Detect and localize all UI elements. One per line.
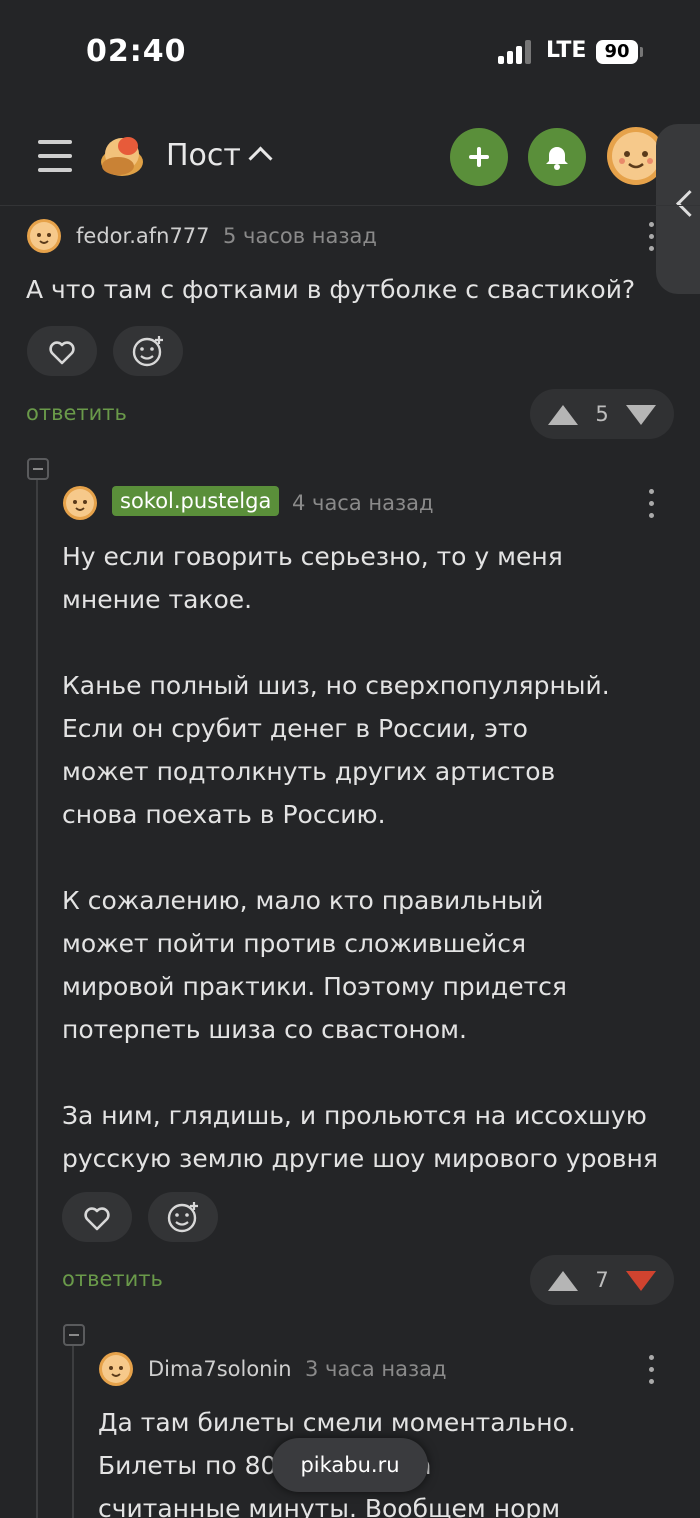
more-options-icon[interactable] xyxy=(649,222,655,252)
chevron-up-icon[interactable] xyxy=(248,146,273,171)
reply-link[interactable]: ответить xyxy=(26,401,127,425)
heart-icon xyxy=(49,341,75,365)
page-title[interactable]: Пост xyxy=(166,138,241,173)
comment-author-badge[interactable]: sokol.pustelga xyxy=(112,486,280,516)
rating-count: 5 xyxy=(595,402,609,426)
comment-time[interactable]: 5 часов назад xyxy=(223,224,377,248)
comment-text: А что там с фотками в футболке с свастик… xyxy=(26,275,636,304)
reply-link[interactable]: ответить xyxy=(62,1267,163,1291)
thread-line[interactable] xyxy=(72,1342,74,1518)
collapse-thread-icon[interactable] xyxy=(63,1324,85,1346)
smiley-plus-icon xyxy=(167,1202,198,1233)
site-watermark: pikabu.ru xyxy=(272,1438,428,1492)
collapse-thread-icon[interactable] xyxy=(27,458,49,480)
notifications-button[interactable] xyxy=(528,128,586,186)
upvote-icon[interactable] xyxy=(548,405,578,425)
avatar[interactable] xyxy=(98,1351,134,1387)
signal-icon xyxy=(498,40,534,64)
more-options-icon[interactable] xyxy=(649,489,655,519)
comment-text: Ну если говорить серьезно, то у меня мне… xyxy=(62,542,658,1173)
comment-time[interactable]: 4 часа назад xyxy=(292,491,434,515)
like-button[interactable] xyxy=(62,1192,132,1242)
add-post-button[interactable] xyxy=(450,128,508,186)
battery-tip xyxy=(640,47,643,57)
header-divider xyxy=(0,205,700,206)
rating-count: 7 xyxy=(595,1268,609,1292)
heart-icon xyxy=(84,1207,110,1231)
downvote-icon[interactable] xyxy=(626,405,656,425)
react-button[interactable] xyxy=(113,326,183,376)
comment-author[interactable]: Dima7solonin xyxy=(148,1357,292,1381)
downvote-icon[interactable] xyxy=(626,1271,656,1291)
like-button[interactable] xyxy=(27,326,97,376)
status-time: 02:40 xyxy=(86,34,187,69)
smiley-plus-icon xyxy=(132,336,163,367)
hamburger-icon[interactable] xyxy=(38,140,72,172)
network-label: LTE xyxy=(546,38,587,63)
bell-icon xyxy=(546,147,568,170)
react-button[interactable] xyxy=(148,1192,218,1242)
battery-icon: 90 xyxy=(596,40,638,64)
vote-box: 5 xyxy=(530,389,674,439)
upvote-icon[interactable] xyxy=(548,1271,578,1291)
avatar[interactable] xyxy=(62,485,98,521)
pikabu-logo[interactable] xyxy=(100,134,148,178)
avatar[interactable] xyxy=(26,218,62,254)
thread-line[interactable] xyxy=(36,476,38,1518)
comment-author[interactable]: fedor.afn777 xyxy=(76,224,210,248)
more-options-icon[interactable] xyxy=(649,1355,655,1385)
comment-time[interactable]: 3 часа назад xyxy=(305,1357,447,1381)
vote-box: 7 xyxy=(530,1255,674,1305)
